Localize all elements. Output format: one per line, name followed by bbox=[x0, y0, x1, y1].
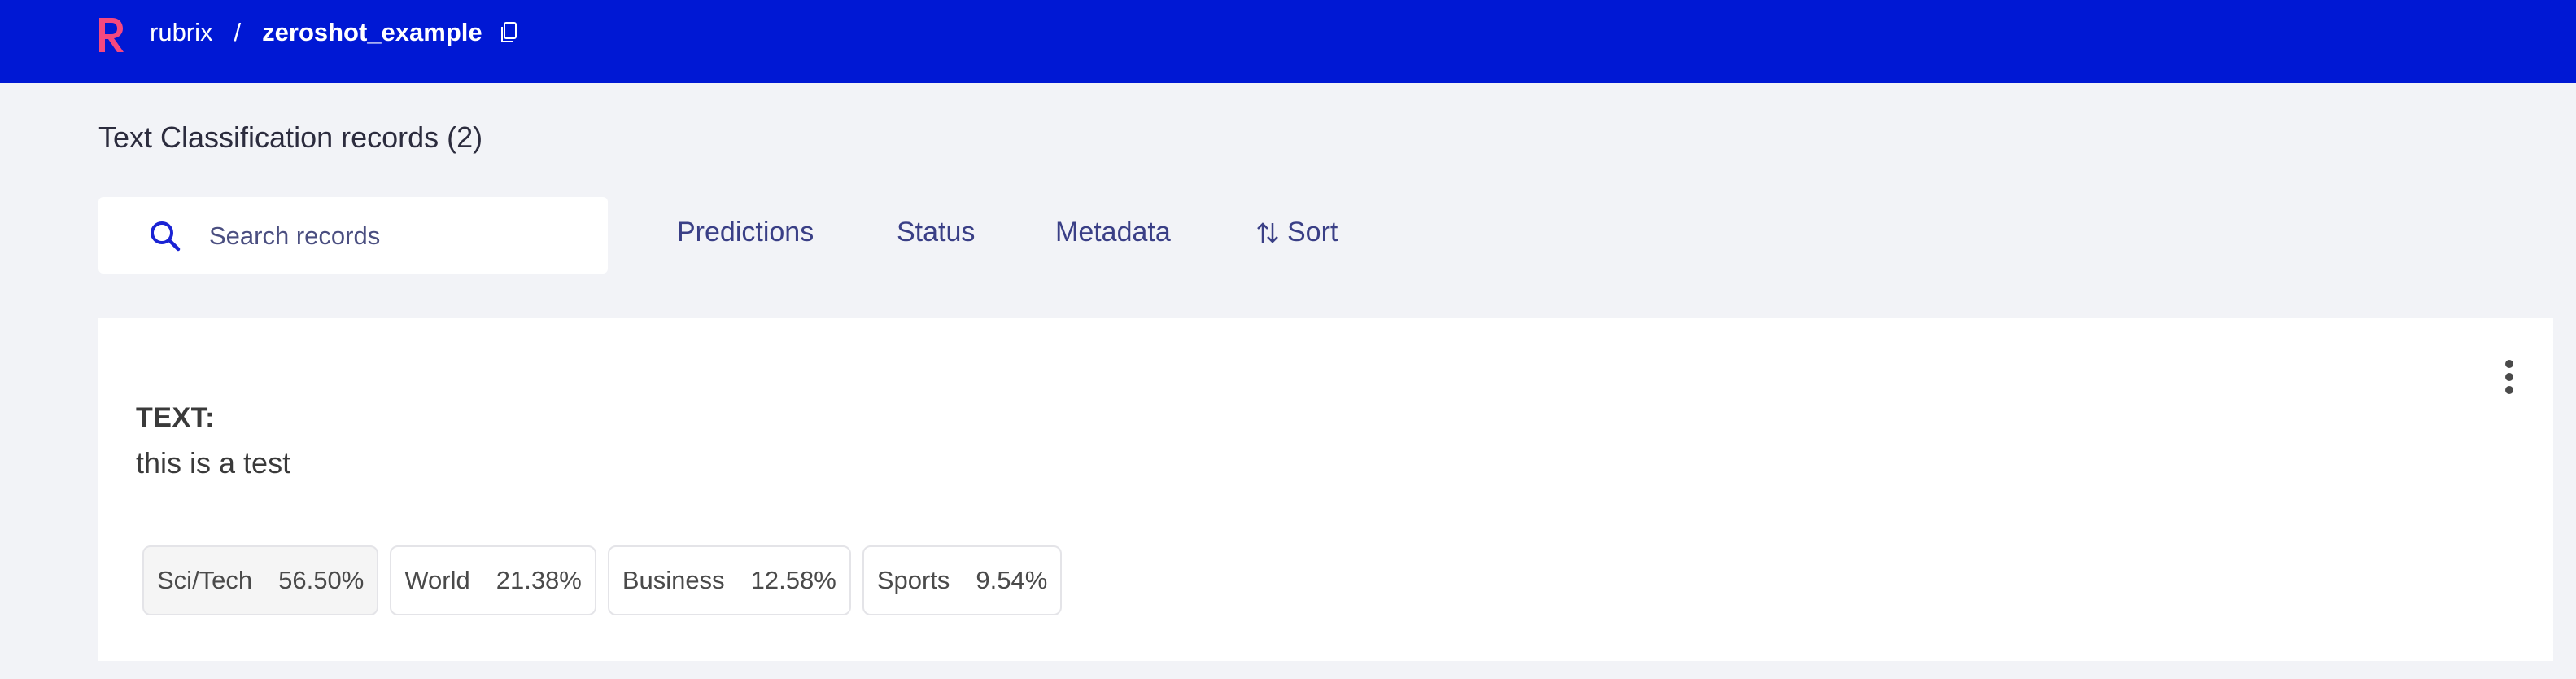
rubrix-logo-icon[interactable] bbox=[96, 15, 127, 55]
label-name: Sci/Tech bbox=[157, 566, 253, 594]
search-input[interactable] bbox=[207, 217, 585, 256]
predictions-filter[interactable]: Predictions bbox=[677, 217, 814, 248]
sort-arrows-icon bbox=[1257, 221, 1278, 243]
breadcrumb-dataset-name: zeroshot_example bbox=[262, 18, 482, 46]
label-score: 21.38% bbox=[496, 566, 582, 594]
sort-label: Sort bbox=[1287, 217, 1338, 248]
label-score: 12.58% bbox=[750, 566, 836, 594]
label-chip[interactable]: World 21.38% bbox=[390, 545, 596, 615]
label-score: 56.50% bbox=[278, 566, 365, 594]
metadata-filter[interactable]: Metadata bbox=[1055, 217, 1171, 248]
more-options-icon[interactable] bbox=[2501, 360, 2517, 397]
copy-icon[interactable] bbox=[499, 20, 520, 45]
label-chip[interactable]: Sports 9.54% bbox=[862, 545, 1063, 615]
record-text: this is a test bbox=[136, 446, 291, 480]
breadcrumb: rubrix / zeroshot_example bbox=[150, 18, 520, 47]
search-box[interactable] bbox=[98, 197, 608, 274]
sort-button[interactable]: Sort bbox=[1255, 217, 1338, 248]
label-name: Business bbox=[622, 566, 725, 594]
page-title: Text Classification records (2) bbox=[98, 120, 483, 154]
search-icon bbox=[151, 221, 181, 252]
top-navigation-bar: rubrix / zeroshot_example bbox=[0, 0, 2576, 83]
label-chip[interactable]: Business 12.58% bbox=[607, 545, 851, 615]
label-score: 9.54% bbox=[976, 566, 1048, 594]
label-name: World bbox=[404, 566, 470, 594]
status-filter[interactable]: Status bbox=[897, 217, 975, 248]
breadcrumb-separator: / bbox=[234, 18, 242, 46]
label-list: Sci/Tech 56.50% World 21.38% Business 12… bbox=[142, 545, 1073, 615]
label-chip[interactable]: Sci/Tech 56.50% bbox=[142, 545, 379, 615]
record-card: TEXT: this is a test Sci/Tech 56.50% Wor… bbox=[98, 318, 2553, 661]
label-name: Sports bbox=[876, 566, 950, 594]
record-text-label: TEXT: bbox=[136, 402, 215, 433]
breadcrumb-home-link[interactable]: rubrix bbox=[150, 18, 213, 47]
